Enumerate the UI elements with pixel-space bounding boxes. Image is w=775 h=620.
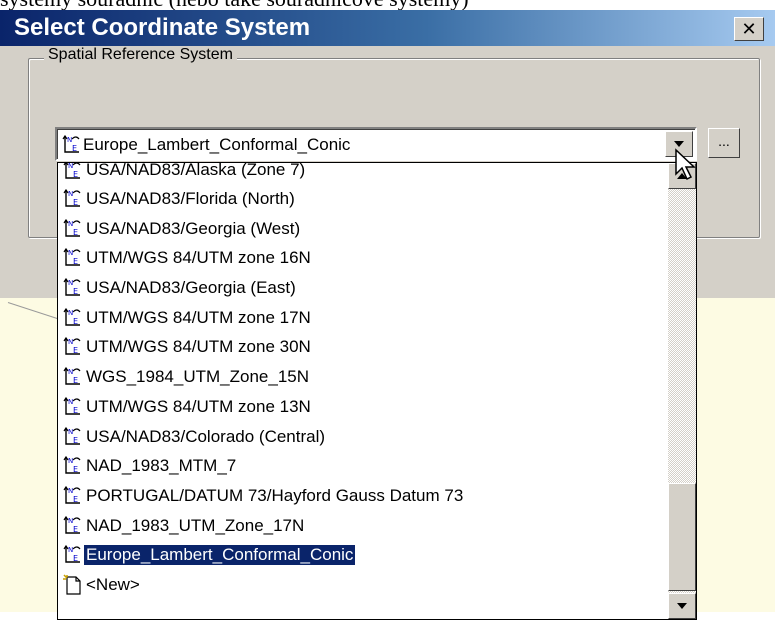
coordinate-axes-icon: NE [63,426,81,445]
svg-text:E: E [73,554,78,563]
coordinate-axes-icon: NE [63,163,81,179]
svg-text:E: E [73,198,78,207]
coordinate-axes-icon: NE [63,515,81,534]
coordinate-axes-icon: NE [63,188,81,207]
svg-text:N: N [68,398,73,406]
svg-text:N: N [67,136,72,144]
svg-text:N: N [68,457,73,465]
coordinate-axes-icon: NE [63,396,81,415]
list-item-label: USA/NAD83/Florida (North) [86,189,295,208]
svg-text:N: N [68,368,73,376]
svg-text:N: N [68,249,73,257]
coordinate-axes-icon: N E [62,134,80,153]
list-item[interactable]: N E NAD_1983_MTM_7 [58,452,668,482]
svg-text:N: N [68,279,73,287]
svg-text:N: N [68,220,73,228]
coordinate-axes-icon: NE [63,456,81,474]
coordinate-axes-icon: NE [63,277,81,296]
list-item-label: USA/NAD83/Georgia (East) [86,278,296,298]
coordinate-axes-icon: NE [63,367,81,385]
svg-text:E: E [73,525,78,534]
browse-button[interactable]: ... [708,128,740,158]
svg-text:E: E [73,228,78,237]
select-coordinate-system-dialog: Select Coordinate System ✕ Spatial Refer… [0,10,775,620]
svg-text:N: N [68,487,73,495]
list-item-label: UTM/WGS 84/UTM zone 17N [86,307,311,327]
close-button[interactable]: ✕ [734,17,764,41]
svg-text:N: N [68,517,73,525]
svg-text:N: N [68,309,73,317]
list-item-label: NAD_1983_UTM_Zone_17N [86,515,305,535]
list-item[interactable]: N E USA/NAD83/Colorado (Central) [58,423,668,453]
combobox-selected-value: Europe_Lambert_Conformal_Conic [83,135,351,154]
list-item-label: USA/NAD83/Alaska (Zone 7) [86,163,306,179]
svg-text:E: E [73,436,78,445]
svg-text:E: E [73,465,78,474]
list-item-label: PORTUGAL/DATUM 73/Hayford Gauss Datum 73 [86,485,464,505]
scroll-thumb[interactable] [668,483,696,591]
list-item[interactable]: <New> [58,571,668,601]
mouse-cursor-icon [675,148,696,181]
top-caption: systemy souřadnic (nebo také souřadnicov… [0,0,775,10]
list-item-label: <New> [86,574,140,594]
svg-text:N: N [68,163,73,170]
coordinate-axes-icon: NE [63,307,81,326]
list-item-label: WGS_1984_UTM_Zone_15N [86,367,310,387]
svg-text:N: N [68,428,73,436]
list-item-label: UTM/WGS 84/UTM zone 30N [86,337,311,357]
coordinate-axes-icon: NE [63,485,81,504]
vertical-scrollbar[interactable] [668,163,696,619]
list-item-label: USA/NAD83/Colorado (Central) [86,426,326,446]
svg-text:E: E [73,287,78,296]
svg-text:N: N [68,546,73,554]
coordinate-axes-icon: NE [63,248,81,266]
list-item[interactable]: N E WGS_1984_UTM_Zone_15N [58,363,668,393]
list-item[interactable]: N E Europe_Lambert_Conformal_Conic [58,541,668,571]
svg-text:E: E [73,317,78,326]
list-item[interactable]: N E USA/NAD83/Alaska (Zone 7) [58,163,668,185]
list-item-label: NAD_1983_MTM_7 [86,456,237,476]
coordinate-system-combobox[interactable]: N E Europe_Lambert_Conformal_Conic [55,127,697,161]
list-item-label: UTM/WGS 84/UTM zone 16N [86,248,311,268]
list-item[interactable]: N E UTM/WGS 84/UTM zone 17N [58,304,668,334]
title-bar[interactable]: Select Coordinate System ✕ [0,10,775,46]
list-item[interactable]: N E UTM/WGS 84/UTM zone 30N [58,333,668,363]
list-item[interactable]: N E USA/NAD83/Georgia (East) [58,274,668,304]
coordinate-axes-icon: NE [63,545,81,563]
list-item[interactable]: N E PORTUGAL/DATUM 73/Hayford Gauss Datum … [58,482,668,512]
list-item-label: Europe_Lambert_Conformal_Conic [84,545,356,566]
svg-text:E: E [73,257,78,266]
scroll-down-button[interactable] [668,593,696,619]
svg-text:E: E [72,144,77,153]
arrow-down-icon [677,603,687,609]
window-title: Select Coordinate System [14,14,311,41]
list-item[interactable]: N E NAD_1983_UTM_Zone_17N [58,512,668,542]
svg-text:N: N [68,338,73,346]
list-item[interactable]: N E UTM/WGS 84/UTM zone 13N [58,393,668,423]
svg-text:E: E [73,406,78,415]
dropdown-items: N E USA/NAD83/Alaska (Zone 7) N E USA/NAD83/F… [58,163,668,619]
coordinate-axes-icon: NE [63,337,81,355]
svg-text:E: E [73,346,78,355]
list-item[interactable]: N E USA/NAD83/Florida (North) [58,185,668,215]
coordinate-system-dropdown-list[interactable]: N E USA/NAD83/Alaska (Zone 7) N E USA/NAD83/F… [57,162,697,620]
svg-text:N: N [68,190,73,198]
list-item[interactable]: N E USA/NAD83/Georgia (West) [58,215,668,245]
svg-text:E: E [73,376,78,385]
coordinate-axes-icon: NE [63,218,81,237]
list-item[interactable]: N E UTM/WGS 84/UTM zone 16N [58,244,668,274]
close-icon: ✕ [741,19,757,39]
list-item-label: USA/NAD83/Georgia (West) [86,218,301,238]
new-document-icon [63,574,81,595]
chevron-down-icon [674,141,684,147]
svg-text:E: E [73,170,78,179]
list-item-label: UTM/WGS 84/UTM zone 13N [86,396,311,416]
group-label: Spatial Reference System [44,46,237,64]
svg-text:E: E [73,495,78,504]
